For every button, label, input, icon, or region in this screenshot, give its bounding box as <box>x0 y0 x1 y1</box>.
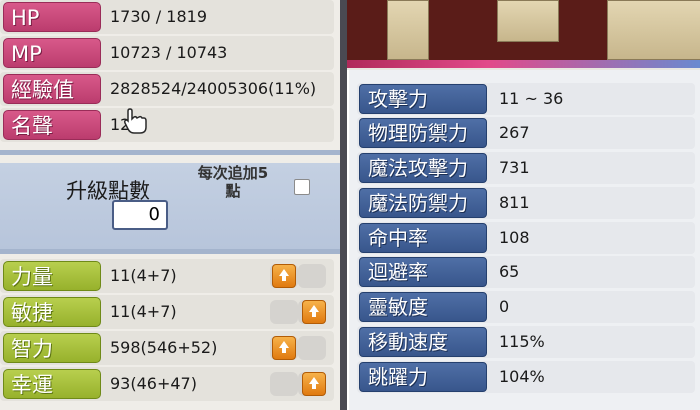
pdef-value: 267 <box>499 123 530 142</box>
matk-label: 魔法攻擊力 <box>359 153 487 183</box>
hp-row: HP 1730 / 1819 <box>0 0 334 34</box>
combat-row-avoid: 迴避率 65 <box>357 256 695 288</box>
hp-label: HP <box>3 2 101 32</box>
add-luk-button[interactable] <box>302 372 326 396</box>
combat-row-accuracy: 命中率 108 <box>357 222 695 254</box>
jump-label: 跳躍力 <box>359 362 487 392</box>
speed-label: 移動速度 <box>359 327 487 357</box>
stat-row-str: 力量 11(4+7) <box>0 259 334 293</box>
combat-row-jump: 跳躍力 104% <box>357 361 695 393</box>
stat-slot <box>298 336 326 360</box>
mdef-value: 811 <box>499 193 530 212</box>
combat-row-matk: 魔法攻擊力 731 <box>357 152 695 184</box>
scene-wall <box>497 0 559 42</box>
stat-row-int: 智力 598(546+52) <box>0 331 334 365</box>
section-divider <box>0 150 340 155</box>
matk-value: 731 <box>499 158 530 177</box>
luk-label: 幸運 <box>3 369 101 399</box>
fame-row: 名聲 12 <box>0 108 334 142</box>
stat-row-dex: 敏捷 11(4+7) <box>0 295 334 329</box>
add-int-button[interactable] <box>272 336 296 360</box>
hp-value: 1730 / 1819 <box>110 7 207 26</box>
avoid-label: 迴避率 <box>359 257 487 287</box>
add-dex-button[interactable] <box>302 300 326 324</box>
attack-value: 11 ~ 36 <box>499 89 564 108</box>
scene-wall <box>607 0 700 60</box>
hands-label: 靈敏度 <box>359 292 487 322</box>
mp-label: MP <box>3 38 101 68</box>
exp-row: 經驗值 2828524/24005306(11%) <box>0 72 334 106</box>
game-scene <box>347 0 700 68</box>
combat-row-mdef: 魔法防禦力 811 <box>357 187 695 219</box>
hands-value: 0 <box>499 297 510 316</box>
increment-by-5-checkbox[interactable] <box>294 179 310 195</box>
str-value: 11(4+7) <box>110 266 177 285</box>
combat-row-hands: 靈敏度 0 <box>357 291 695 323</box>
stat-slot <box>298 264 326 288</box>
mp-row: MP 10723 / 10743 <box>0 36 334 70</box>
fame-label: 名聲 <box>3 110 101 140</box>
accuracy-value: 108 <box>499 228 530 247</box>
combat-row-pdef: 物理防禦力 267 <box>357 117 695 149</box>
int-label: 智力 <box>3 333 101 363</box>
mdef-label: 魔法防禦力 <box>359 188 487 218</box>
jump-value: 104% <box>499 367 545 386</box>
exp-label: 經驗值 <box>3 74 101 104</box>
hand-cursor-icon <box>124 108 147 134</box>
stat-row-luk: 幸運 93(46+47) <box>0 367 334 401</box>
increment-by-5-label: 每次追加5 點 <box>197 164 269 200</box>
mp-value: 10723 / 10743 <box>110 43 228 62</box>
pdef-label: 物理防禦力 <box>359 118 487 148</box>
dex-value: 11(4+7) <box>110 302 177 321</box>
exp-value: 2828524/24005306(11%) <box>110 79 317 98</box>
level-points-box: 升級點數 <box>0 163 340 249</box>
scene-pillar <box>387 0 429 60</box>
int-value: 598(546+52) <box>110 338 218 357</box>
stat-slot <box>270 372 298 396</box>
speed-value: 115% <box>499 332 545 351</box>
level-points-input[interactable]: 0 <box>112 200 168 230</box>
accuracy-label: 命中率 <box>359 223 487 253</box>
panel-divider <box>340 0 347 410</box>
section-divider <box>0 249 340 254</box>
scene-bar <box>347 60 700 68</box>
combat-row-attack: 攻擊力 11 ~ 36 <box>357 83 695 115</box>
add-str-button[interactable] <box>272 264 296 288</box>
combat-row-speed: 移動速度 115% <box>357 326 695 358</box>
avoid-value: 65 <box>499 262 520 281</box>
stat-slot <box>270 300 298 324</box>
luk-value: 93(46+47) <box>110 374 197 393</box>
dex-label: 敏捷 <box>3 297 101 327</box>
str-label: 力量 <box>3 261 101 291</box>
attack-label: 攻擊力 <box>359 84 487 114</box>
character-status-panel: HP 1730 / 1819 MP 10723 / 10743 經驗值 2828… <box>0 0 340 410</box>
